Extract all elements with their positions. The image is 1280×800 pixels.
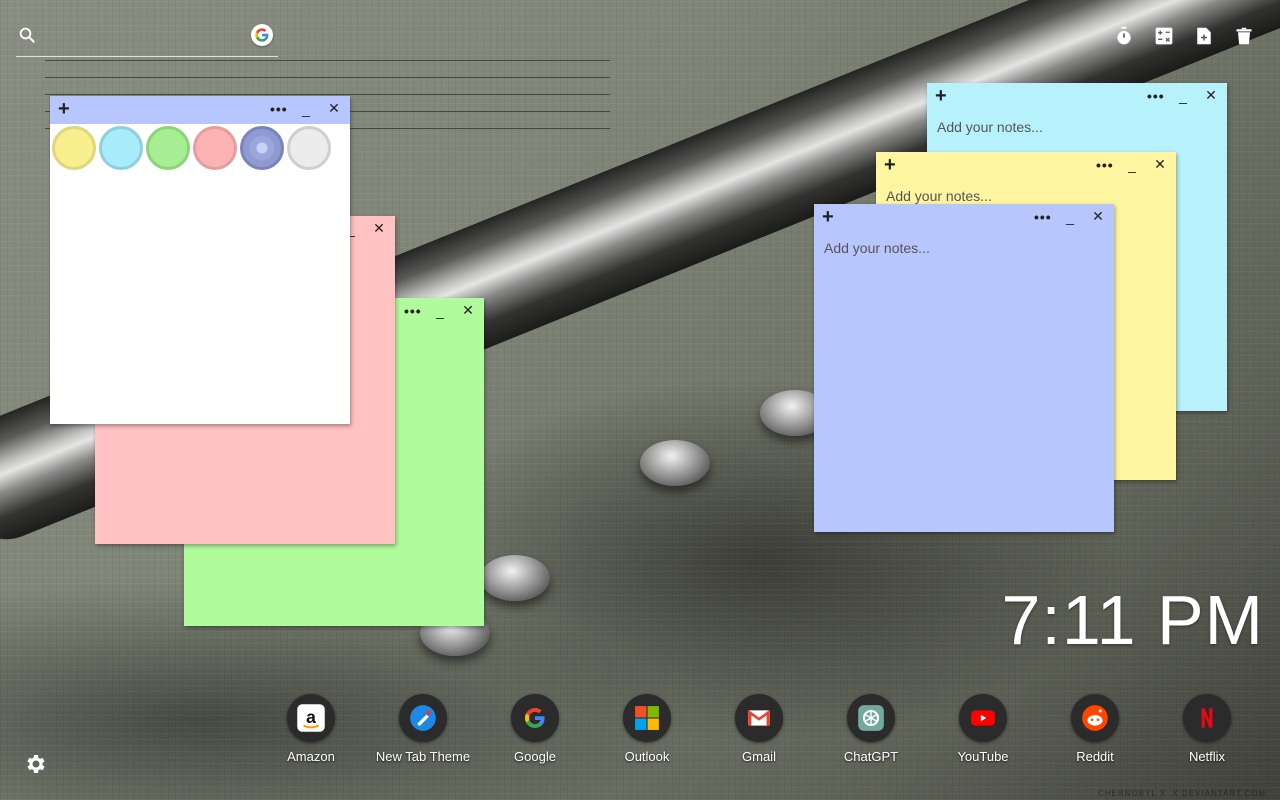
- swatch-yellow[interactable]: [52, 126, 96, 170]
- note-header: + ••• _ ✕: [876, 152, 1176, 180]
- color-picker: [52, 126, 331, 170]
- shortcut-label: Netflix: [1188, 749, 1226, 764]
- new-tab-theme-icon[interactable]: [399, 694, 447, 742]
- shortcut-amazon[interactable]: a Amazon: [255, 694, 367, 764]
- clock: 7:11 PM: [1001, 581, 1264, 659]
- note-header: + ••• _ ✕: [814, 204, 1114, 232]
- swatch-green[interactable]: [146, 126, 190, 170]
- shortcut-new-tab-theme[interactable]: New Tab Theme: [367, 694, 479, 764]
- shortcut-label: YouTube: [957, 749, 1009, 764]
- note-header: + ••• _ ✕: [50, 96, 350, 124]
- wallpaper-credit: CHERNOBYL X .X DEVIANTART.COM: [1098, 789, 1266, 798]
- swatch-gray[interactable]: [287, 126, 331, 170]
- note-menu-button[interactable]: •••: [270, 101, 287, 117]
- note-header: + ••• _ ✕: [927, 83, 1227, 111]
- google-icon[interactable]: [251, 24, 273, 46]
- close-button[interactable]: ✕: [371, 220, 387, 237]
- swatch-blue-selected[interactable]: [240, 126, 284, 170]
- shortcut-reddit[interactable]: Reddit: [1039, 694, 1151, 764]
- minimize-button[interactable]: _: [1062, 209, 1078, 225]
- reddit-icon[interactable]: [1071, 694, 1119, 742]
- swatch-cyan[interactable]: [99, 126, 143, 170]
- netflix-icon[interactable]: [1183, 694, 1231, 742]
- note-textarea[interactable]: Add your notes...: [886, 188, 1166, 204]
- swatch-pink[interactable]: [193, 126, 237, 170]
- close-button[interactable]: ✕: [460, 302, 476, 319]
- note-menu-button[interactable]: •••: [404, 303, 421, 319]
- minimize-button[interactable]: _: [1124, 157, 1140, 173]
- chatgpt-icon[interactable]: [847, 694, 895, 742]
- shortcut-outlook[interactable]: Outlook: [591, 694, 703, 764]
- close-button[interactable]: ✕: [1203, 87, 1219, 104]
- add-note-button[interactable]: +: [822, 206, 834, 228]
- add-note-button[interactable]: +: [935, 85, 947, 107]
- shortcut-label: Reddit: [1076, 749, 1114, 764]
- calculator-icon[interactable]: [1154, 24, 1174, 48]
- close-button[interactable]: ✕: [326, 100, 342, 117]
- flute-key: [480, 555, 550, 601]
- note-menu-button[interactable]: •••: [1034, 209, 1051, 225]
- minimize-button[interactable]: _: [1175, 88, 1191, 104]
- note-textarea[interactable]: Add your notes...: [937, 119, 1217, 135]
- shortcut-label: New Tab Theme: [375, 749, 471, 764]
- search-icon[interactable]: [18, 26, 36, 44]
- shortcut-gmail[interactable]: Gmail: [703, 694, 815, 764]
- search-bar[interactable]: [16, 22, 278, 57]
- youtube-icon[interactable]: [959, 694, 1007, 742]
- note-menu-button[interactable]: •••: [1096, 157, 1113, 173]
- shortcut-google[interactable]: Google: [479, 694, 591, 764]
- note-white[interactable]: + ••• _ ✕: [50, 96, 350, 424]
- svg-text:a: a: [306, 707, 316, 727]
- note-menu-button[interactable]: •••: [1147, 88, 1164, 104]
- shortcut-netflix[interactable]: Netflix: [1151, 694, 1263, 764]
- close-button[interactable]: ✕: [1090, 208, 1106, 225]
- note-textarea[interactable]: Add your notes...: [824, 240, 1104, 256]
- add-note-button[interactable]: +: [58, 98, 70, 120]
- amazon-icon[interactable]: a: [287, 694, 335, 742]
- gmail-icon[interactable]: [735, 694, 783, 742]
- toolbar: [1114, 24, 1254, 48]
- timer-icon[interactable]: [1114, 24, 1134, 48]
- note-blue[interactable]: + ••• _ ✕ Add your notes...: [814, 204, 1114, 532]
- trash-icon[interactable]: [1234, 24, 1254, 48]
- shortcut-label: ChatGPT: [843, 749, 899, 764]
- add-note-button[interactable]: +: [884, 154, 896, 176]
- google-icon[interactable]: [511, 694, 559, 742]
- shortcut-chatgpt[interactable]: ChatGPT: [815, 694, 927, 764]
- minimize-button[interactable]: _: [298, 101, 314, 117]
- shortcut-label: Amazon: [287, 749, 335, 764]
- flute-key: [640, 440, 710, 486]
- shortcut-label: Google: [514, 749, 556, 764]
- minimize-button[interactable]: _: [432, 303, 448, 319]
- shortcut-dock: a Amazon New Tab Theme Google Outlook Gm…: [255, 694, 1263, 764]
- settings-gear-icon[interactable]: [24, 752, 48, 776]
- shortcut-youtube[interactable]: YouTube: [927, 694, 1039, 764]
- shortcut-label: Gmail: [742, 749, 776, 764]
- shortcut-label: Outlook: [624, 749, 670, 764]
- outlook-icon[interactable]: [623, 694, 671, 742]
- new-note-icon[interactable]: [1194, 24, 1214, 48]
- close-button[interactable]: ✕: [1152, 156, 1168, 173]
